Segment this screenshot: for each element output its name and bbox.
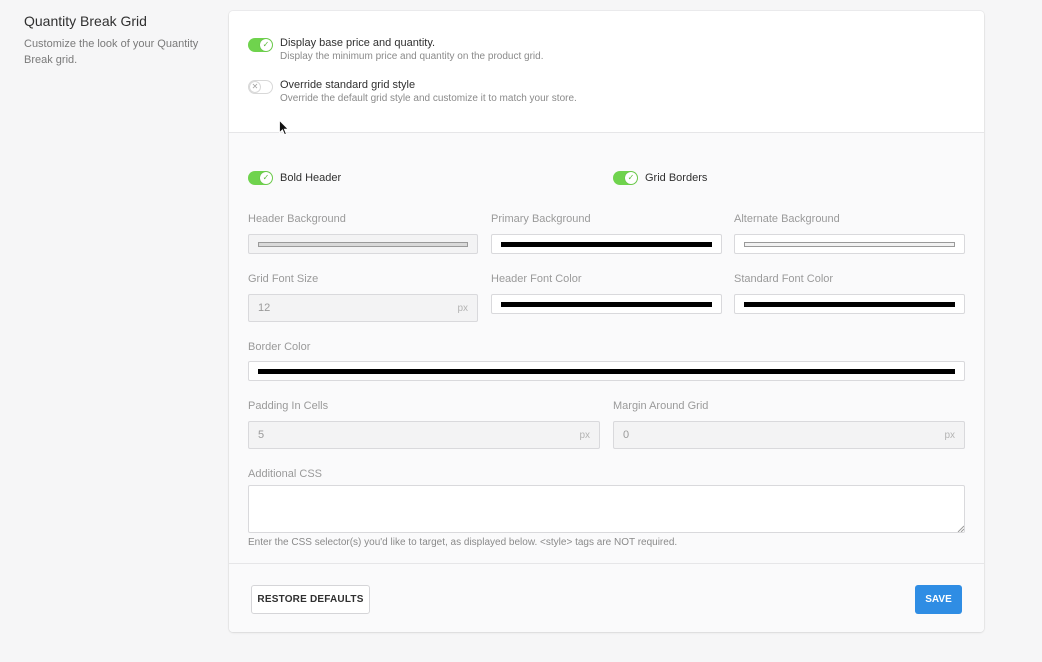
section-description: Customize the look of your Quantity Brea… xyxy=(24,38,199,66)
standard-font-color-picker[interactable] xyxy=(734,294,965,314)
header-background-label: Header Background xyxy=(248,213,346,225)
padding-in-cells-input[interactable]: 5 px xyxy=(248,421,600,449)
additional-css-help: Enter the CSS selector(s) you'd like to … xyxy=(248,537,678,548)
toggle-row-bold-header: ✓ Bold Header xyxy=(248,169,341,187)
check-icon: ✓ xyxy=(260,172,272,184)
alternate-background-swatch xyxy=(744,242,955,247)
override-style-toggle[interactable]: ✕ xyxy=(248,80,273,94)
grid-font-size-value: 12 xyxy=(258,302,271,314)
x-icon: ✕ xyxy=(249,81,261,93)
display-base-description: Display the minimum price and quantity o… xyxy=(280,51,544,62)
override-style-label: Override standard grid style xyxy=(280,79,416,91)
toggle-row-override-style: ✕ Override standard grid style Override … xyxy=(248,78,577,106)
toggle-row-grid-borders: ✓ Grid Borders xyxy=(613,169,707,187)
header-background-picker[interactable] xyxy=(248,234,478,254)
padding-in-cells-value: 5 xyxy=(258,429,265,441)
border-color-swatch xyxy=(258,369,955,374)
pointer-cursor-icon xyxy=(279,120,289,136)
standard-font-color-label: Standard Font Color xyxy=(734,273,834,285)
display-base-toggle[interactable]: ✓ xyxy=(248,38,273,52)
check-icon: ✓ xyxy=(625,172,637,184)
border-color-label: Border Color xyxy=(248,341,311,353)
primary-background-swatch xyxy=(501,242,712,247)
grid-borders-label: Grid Borders xyxy=(645,172,708,184)
grid-font-size-input[interactable]: 12 px xyxy=(248,294,478,322)
bold-header-toggle[interactable]: ✓ xyxy=(248,171,273,185)
section-info: Quantity Break Grid Customize the look o… xyxy=(24,13,219,68)
bold-header-label: Bold Header xyxy=(280,172,342,184)
header-font-color-picker[interactable] xyxy=(491,294,722,314)
toggle-row-display-base: ✓ Display base price and quantity. Displ… xyxy=(248,36,543,64)
alternate-background-label: Alternate Background xyxy=(734,213,840,225)
section-title: Quantity Break Grid xyxy=(24,13,147,29)
border-color-picker[interactable] xyxy=(248,361,965,381)
grid-font-size-unit: px xyxy=(457,303,468,314)
standard-font-color-swatch xyxy=(744,302,955,307)
resize-handle-icon[interactable] xyxy=(957,525,964,532)
display-base-label: Display base price and quantity. xyxy=(280,37,436,49)
additional-css-label: Additional CSS xyxy=(248,468,322,480)
additional-css-textarea[interactable] xyxy=(248,485,965,533)
general-options: ✓ Display base price and quantity. Displ… xyxy=(229,11,984,133)
check-icon: ✓ xyxy=(260,39,272,51)
header-font-color-label: Header Font Color xyxy=(491,273,582,285)
grid-font-size-label: Grid Font Size xyxy=(248,273,319,285)
margin-around-grid-label: Margin Around Grid xyxy=(613,400,709,412)
restore-defaults-button[interactable]: RESTORE DEFAULTS xyxy=(251,585,370,614)
card-footer: RESTORE DEFAULTS SAVE xyxy=(229,563,984,632)
margin-around-grid-unit: px xyxy=(944,430,955,441)
primary-background-picker[interactable] xyxy=(491,234,722,254)
alternate-background-picker[interactable] xyxy=(734,234,965,254)
header-font-color-swatch xyxy=(501,302,712,307)
padding-in-cells-unit: px xyxy=(579,430,590,441)
margin-around-grid-input[interactable]: 0 px xyxy=(613,421,965,449)
margin-around-grid-value: 0 xyxy=(623,429,630,441)
save-button[interactable]: SAVE xyxy=(915,585,962,614)
padding-in-cells-label: Padding In Cells xyxy=(248,400,329,412)
settings-card: ✓ Display base price and quantity. Displ… xyxy=(229,11,984,632)
header-background-swatch xyxy=(258,242,468,247)
style-options: ✓ Bold Header ✓ Grid Borders Header Back… xyxy=(229,133,984,563)
primary-background-label: Primary Background xyxy=(491,213,591,225)
override-style-description: Override the default grid style and cust… xyxy=(280,93,577,104)
grid-borders-toggle[interactable]: ✓ xyxy=(613,171,638,185)
